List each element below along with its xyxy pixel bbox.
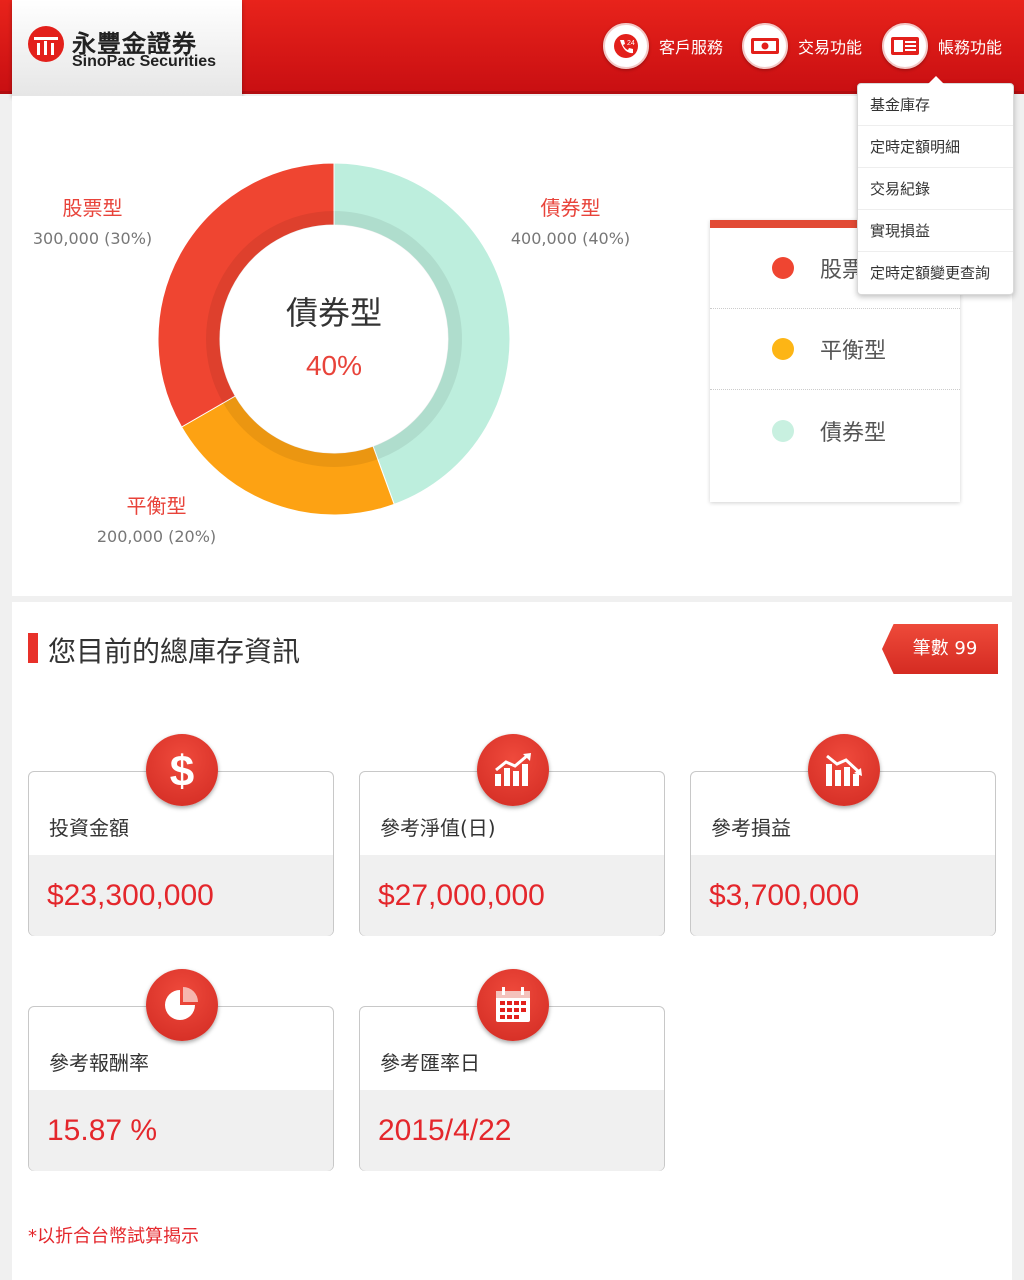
- card-label: 參考匯率日: [380, 1051, 480, 1075]
- card-reference-pnl: 參考損益 $3,700,000: [690, 734, 996, 936]
- pie-label-stock: 股票型 300,000 (30%): [30, 192, 155, 248]
- pie-label-value: 400,000 (40%): [510, 229, 631, 248]
- pie-label-value: 200,000 (20%): [96, 527, 217, 546]
- chart-down-icon: [808, 734, 880, 806]
- legend-item-bond[interactable]: 債券型: [710, 390, 960, 471]
- card-label: 參考損益: [711, 816, 791, 840]
- legend-item-balanced[interactable]: 平衡型: [710, 309, 960, 390]
- calendar-icon: [477, 969, 549, 1041]
- menu-item-regular-investment-details[interactable]: 定時定額明細: [858, 126, 1013, 168]
- inventory-summary-panel: [12, 602, 1012, 1280]
- legend-dot: [772, 338, 794, 360]
- legend-label: 平衡型: [820, 339, 887, 364]
- svg-text:$: $: [170, 747, 194, 794]
- menu-item-regular-investment-change-query[interactable]: 定時定額變更查詢: [858, 252, 1013, 294]
- card-label: 投資金額: [49, 816, 129, 840]
- menu-item-transaction-records[interactable]: 交易紀錄: [858, 168, 1013, 210]
- menu-item-fund-inventory[interactable]: 基金庫存: [858, 84, 1013, 126]
- card-label: 參考報酬率: [49, 1051, 149, 1075]
- card-reference-return-rate: 參考報酬率 15.87 %: [28, 969, 334, 1171]
- record-count-badge: 筆數 99: [882, 624, 998, 674]
- legend-dot: [772, 257, 794, 279]
- donut-center-value: 40%: [305, 350, 363, 381]
- card-reference-nav: 參考淨值(日) $27,000,000: [359, 734, 665, 936]
- pie-label-bond: 債券型 400,000 (40%): [508, 192, 633, 248]
- card-value: 15.87 %: [47, 1114, 158, 1147]
- dollar-icon: $: [146, 734, 218, 806]
- donut-hole: [221, 226, 447, 452]
- account-dropdown-menu: 基金庫存 定時定額明細 交易紀錄 實現損益 定時定額變更查詢: [857, 76, 1014, 295]
- legend-dot: [772, 419, 794, 442]
- card-value: $3,700,000: [709, 879, 860, 912]
- pie-label-name: 股票型: [62, 196, 123, 220]
- pie-label-balanced: 平衡型 200,000 (20%): [94, 490, 219, 546]
- card-investment-amount: $ 投資金額 $23,300,000: [28, 734, 334, 936]
- card-label: 參考淨值(日): [380, 816, 496, 840]
- donut-center-title: 債券型: [285, 294, 382, 332]
- menu-item-realized-pnl[interactable]: 實現損益: [858, 210, 1013, 252]
- card-value: $23,300,000: [47, 879, 214, 912]
- card-value: 2015/4/22: [378, 1114, 512, 1147]
- pie-icon: [146, 969, 218, 1041]
- section-title-bar: [28, 633, 38, 663]
- section-title: 您目前的總庫存資訊: [48, 635, 301, 668]
- pie-label-name: 平衡型: [126, 494, 187, 518]
- card-value: $27,000,000: [378, 879, 545, 912]
- legend-label: 債券型: [820, 420, 887, 446]
- pie-label-name: 債券型: [540, 196, 601, 220]
- card-reference-exchange-date: 參考匯率日 2015/4/22: [359, 969, 665, 1171]
- pie-label-value: 300,000 (30%): [32, 229, 153, 248]
- footnote: *以折合台幣試算揭示: [28, 1226, 199, 1247]
- chart-up-icon: [477, 734, 549, 806]
